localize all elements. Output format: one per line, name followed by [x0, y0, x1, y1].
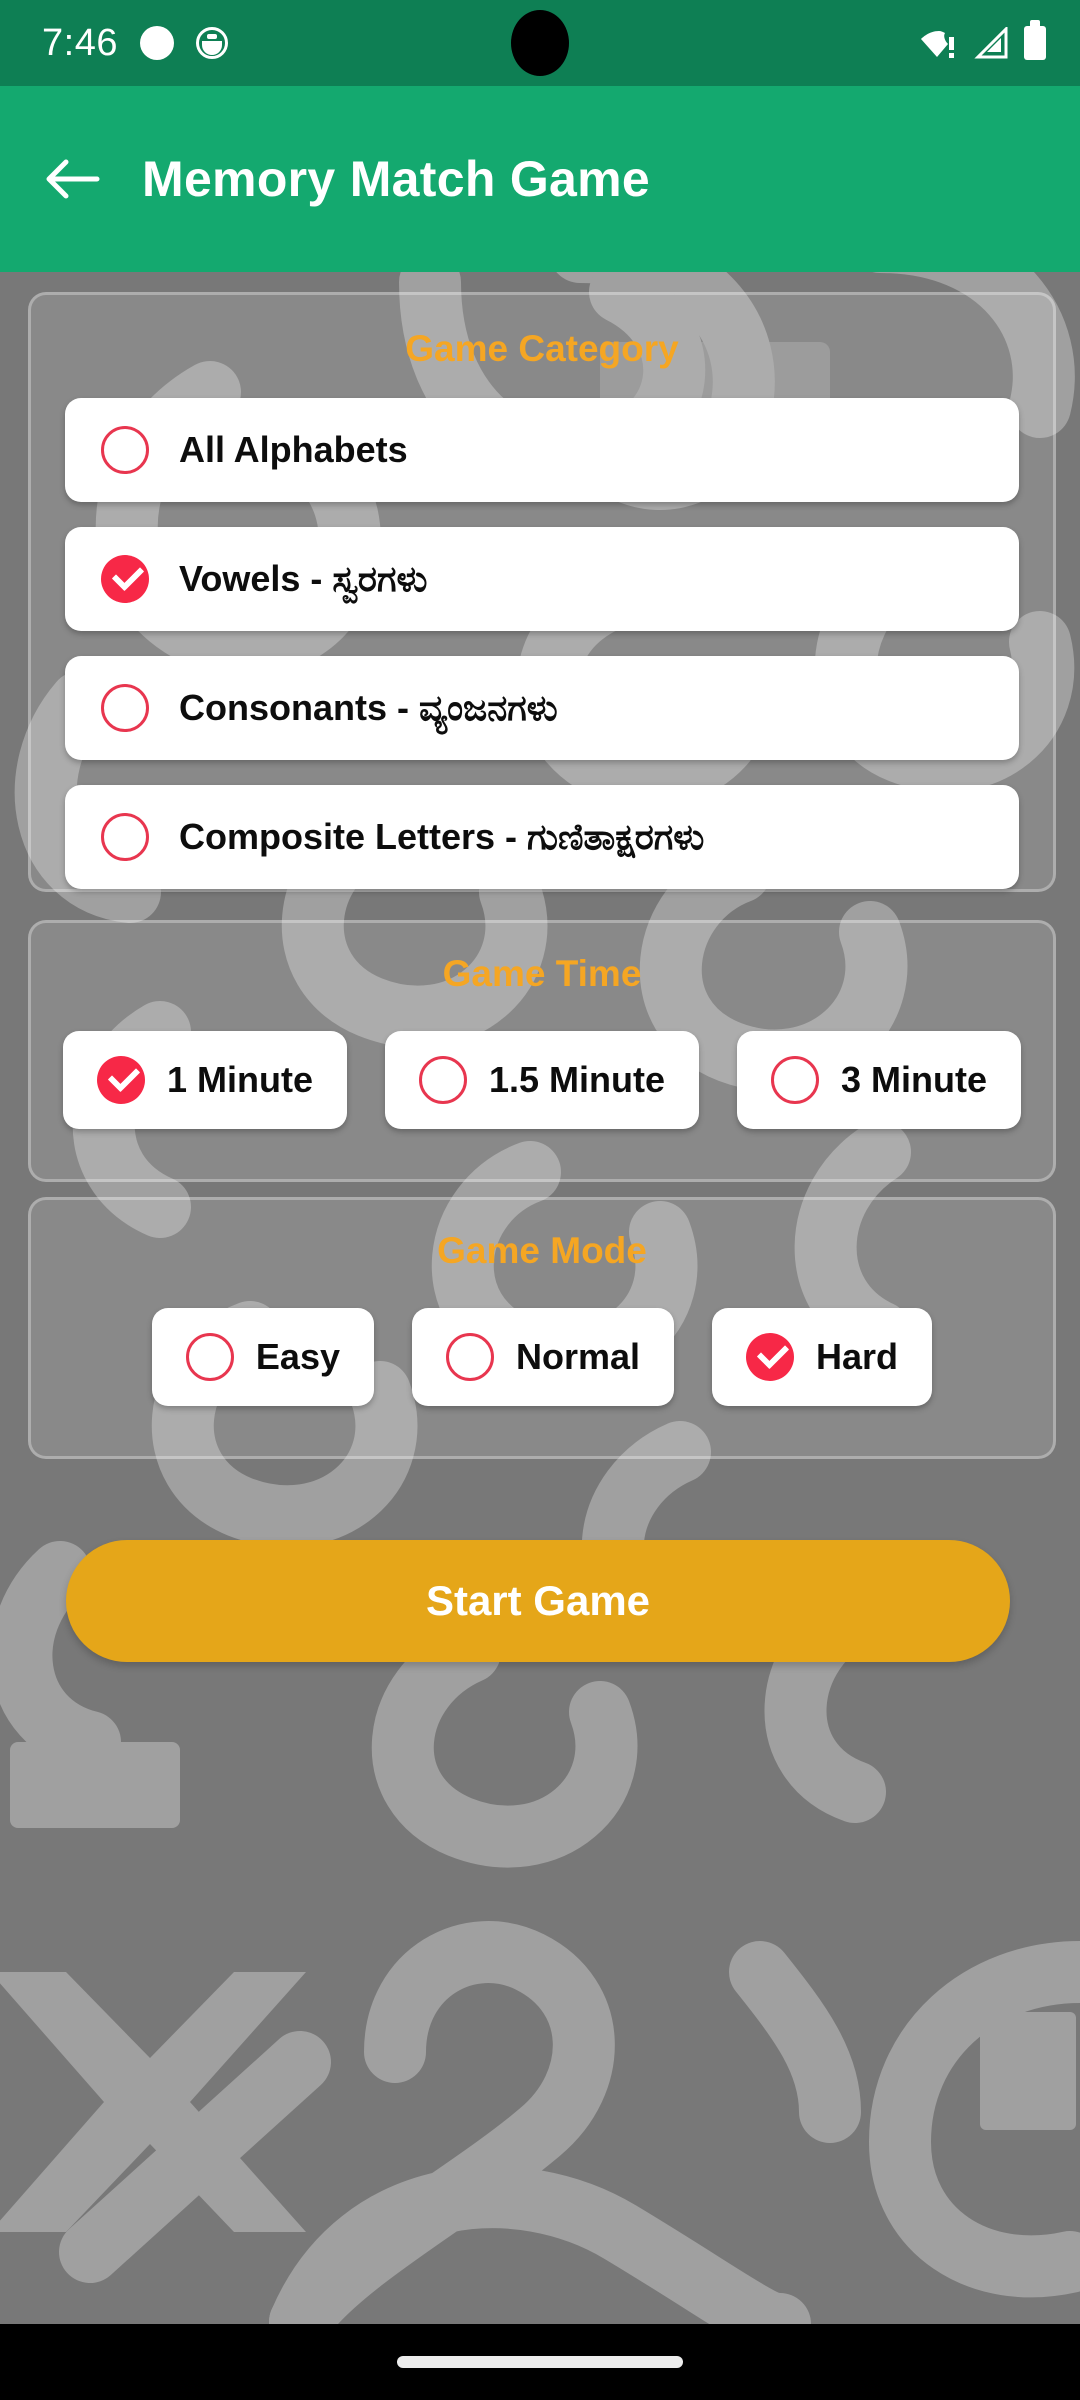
time-option-1-5-minute[interactable]: 1.5 Minute	[384, 1031, 700, 1129]
radio-checked-icon[interactable]	[96, 1056, 145, 1104]
radio-checked-icon[interactable]	[101, 555, 149, 603]
wifi-warning-icon	[920, 27, 958, 59]
home-gesture-pill[interactable]	[397, 2356, 683, 2368]
time-option-1-minute[interactable]: 1 Minute	[62, 1031, 347, 1129]
radio-unchecked-icon[interactable]	[101, 684, 149, 732]
mode-option-label: Normal	[516, 1336, 641, 1377]
battery-icon	[1024, 20, 1046, 60]
start-game-label: Start Game	[425, 1577, 651, 1624]
game-category-title: Game Category	[405, 328, 679, 369]
mode-option-label: Easy	[255, 1336, 340, 1377]
radio-unchecked-icon[interactable]	[185, 1333, 234, 1381]
mode-option-hard[interactable]: Hard	[712, 1308, 933, 1406]
category-option-composite-letters[interactable]: Composite Letters - ಗುಣಿತಾಕ್ಷರಗಳು	[65, 785, 1019, 889]
status-bar-clock: 7:46	[42, 21, 118, 64]
back-button[interactable]	[24, 131, 120, 227]
game-mode-title: Game Mode	[437, 1230, 647, 1271]
category-option-vowels[interactable]: Vowels - ಸ್ವರಗಳು	[65, 527, 1019, 631]
category-option-label: Composite Letters - ಗುಣಿತಾಕ್ಷರಗಳು	[179, 815, 705, 857]
camera-punch-hole	[511, 10, 569, 76]
game-category-list: All Alphabets Vowels - ಸ್ವರಗಳು Consonant…	[31, 398, 1053, 889]
radio-unchecked-icon[interactable]	[418, 1056, 467, 1104]
settings-content: Game Category All Alphabets Vowels - ಸ್ವ…	[0, 272, 1080, 2324]
game-mode-options: Easy Normal Hard	[31, 1308, 1053, 1406]
category-option-label: Vowels - ಸ್ವರಗಳು	[179, 557, 428, 599]
notification-face-icon	[195, 27, 228, 59]
game-category-panel: Game Category All Alphabets Vowels - ಸ್ವ…	[28, 292, 1056, 892]
game-time-options: 1 Minute 1.5 Minute 3 Minute	[31, 1031, 1053, 1129]
notification-dot-icon	[139, 26, 174, 60]
game-mode-panel: Game Mode Easy Normal Hard	[28, 1197, 1056, 1459]
radio-unchecked-icon[interactable]	[101, 426, 149, 474]
phone-screen: 7:46 Memory Match Game Game Category All…	[0, 0, 1080, 2400]
start-game-button[interactable]: Start Game	[66, 1540, 1010, 1662]
time-option-3-minute[interactable]: 3 Minute	[737, 1031, 1022, 1129]
game-time-title: Game Time	[442, 953, 642, 994]
app-bar: Memory Match Game	[0, 86, 1080, 272]
time-option-label: 1 Minute	[166, 1059, 313, 1100]
category-option-label: Consonants - ವ್ಯಂಜನಗಳು	[179, 686, 558, 728]
radio-checked-icon[interactable]	[746, 1333, 795, 1381]
mode-option-label: Hard	[816, 1336, 899, 1377]
mode-option-easy[interactable]: Easy	[151, 1308, 374, 1406]
status-bar-right	[920, 20, 1080, 60]
category-option-label: All Alphabets	[179, 429, 408, 470]
time-option-label: 1.5 Minute	[488, 1059, 666, 1100]
cellular-signal-icon	[974, 25, 1008, 59]
status-bar-left: 7:46	[0, 22, 228, 65]
radio-unchecked-icon[interactable]	[771, 1056, 820, 1104]
category-option-all-alphabets[interactable]: All Alphabets	[65, 398, 1019, 502]
time-option-label: 3 Minute	[841, 1059, 988, 1100]
radio-unchecked-icon[interactable]	[101, 813, 149, 861]
game-time-panel: Game Time 1 Minute 1.5 Minute 3 Minute	[28, 920, 1056, 1182]
system-navigation-bar	[0, 2324, 1080, 2400]
radio-unchecked-icon[interactable]	[446, 1333, 494, 1381]
arrow-left-icon	[46, 159, 100, 199]
page-title: Memory Match Game	[142, 151, 651, 207]
mode-option-normal[interactable]: Normal	[412, 1308, 675, 1406]
category-option-consonants[interactable]: Consonants - ವ್ಯಂಜನಗಳು	[65, 656, 1019, 760]
